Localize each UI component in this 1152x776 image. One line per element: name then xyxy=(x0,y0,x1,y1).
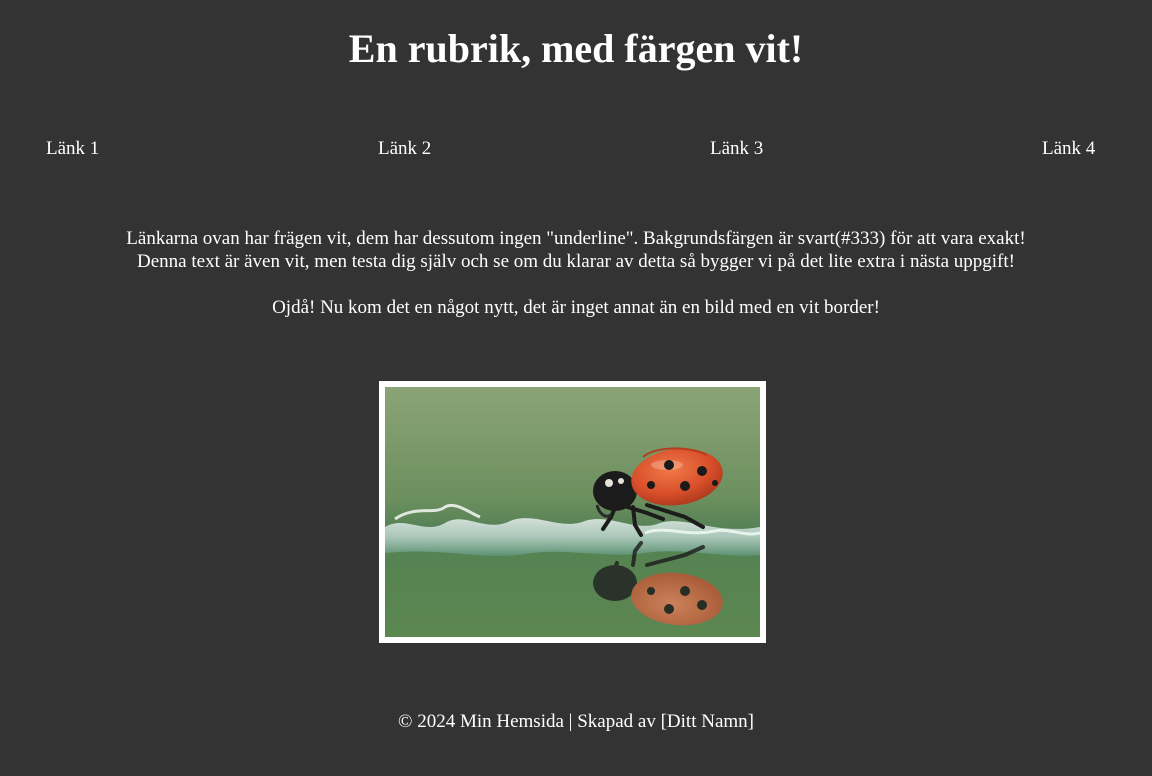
nav-bar: Länk 1 Länk 2 Länk 3 Länk 4 xyxy=(0,137,1152,161)
nav-link-1[interactable]: Länk 1 xyxy=(46,137,99,161)
paragraph-text-info: Denna text är även vit, men testa dig sj… xyxy=(137,251,1015,272)
paragraph-links-info: Länkarna ovan har frägen vit, dem har de… xyxy=(126,228,1026,249)
footer-text: © 2024 Min Hemsida | Skapad av [Ditt Nam… xyxy=(398,711,754,732)
main-text: Länkarna ovan har frägen vit, dem har de… xyxy=(0,227,1152,319)
page-title: En rubrik, med färgen vit! xyxy=(348,26,804,71)
page: En rubrik, med färgen vit! Länk 1 Länk 2… xyxy=(0,0,1152,776)
nav-link-2[interactable]: Länk 2 xyxy=(378,137,431,161)
footer: © 2024 Min Hemsida | Skapad av [Ditt Nam… xyxy=(0,710,1152,734)
nav-link-4[interactable]: Länk 4 xyxy=(1042,137,1095,161)
ladybug-illustration xyxy=(385,387,760,637)
paragraph-image-info: Ojdå! Nu kom det en något nytt, det är i… xyxy=(272,297,880,318)
ladybug-image xyxy=(379,381,766,643)
nav-link-3[interactable]: Länk 3 xyxy=(710,137,763,161)
